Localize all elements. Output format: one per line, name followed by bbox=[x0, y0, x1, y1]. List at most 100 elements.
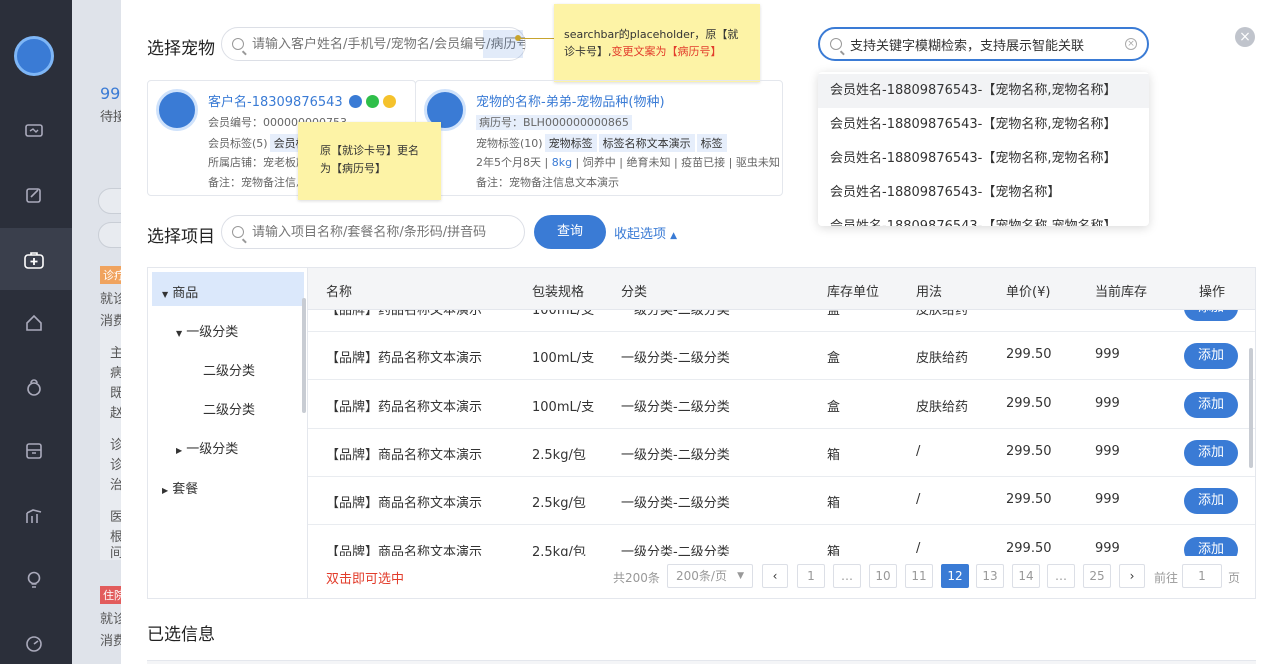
goto-page-input[interactable]: 1 bbox=[1182, 564, 1222, 588]
archive-icon[interactable] bbox=[24, 441, 44, 461]
page-button[interactable]: 11 bbox=[905, 564, 933, 588]
col-header: 名称 bbox=[326, 285, 353, 300]
clear-icon[interactable]: × bbox=[1125, 38, 1137, 50]
pet-card[interactable]: 宠物的名称-弟弟-宠物品种(物种) 病历号：BLH000000000865 宠物… bbox=[415, 80, 783, 196]
bg-badge: 诊疗 bbox=[100, 266, 122, 284]
tree-node-cat2[interactable]: 二级分类 bbox=[203, 360, 255, 379]
bulb-icon[interactable] bbox=[24, 570, 44, 590]
tree-node-cat1b[interactable]: ▶ 一级分类 bbox=[176, 438, 238, 457]
table-cell: 一级分类-二级分类 bbox=[621, 310, 730, 318]
caret-right-icon: ▶ bbox=[162, 486, 169, 495]
prev-page-button[interactable]: ‹ bbox=[762, 564, 788, 588]
table-cell: 盒 bbox=[827, 310, 841, 318]
edit-icon[interactable] bbox=[24, 185, 44, 205]
pet-search-input[interactable] bbox=[221, 27, 526, 61]
table-cell: 一级分类-二级分类 bbox=[621, 496, 730, 512]
pet-tag: 标签 bbox=[696, 134, 727, 152]
table-cell: 【品牌】商品名称文本演示 bbox=[326, 496, 483, 512]
add-button[interactable]: 添加 bbox=[1184, 536, 1238, 556]
table-cell: 箱 bbox=[827, 447, 841, 463]
table-row[interactable]: 【品牌】药品名称文本演示 100mL/支 一级分类-二级分类 盒 皮肤给药 299.50 9… bbox=[308, 310, 1255, 332]
main-nav bbox=[0, 0, 72, 664]
tree-node-cat1[interactable]: ▼ 一级分类 bbox=[176, 321, 238, 340]
add-button[interactable]: 添加 bbox=[1184, 310, 1238, 321]
table-row[interactable]: 【品牌】药品名称文本演示 100mL/支 一级分类-二级分类 盒 皮肤给药 299.50 9… bbox=[308, 381, 1255, 429]
background-page: 99 待接 诊疗 就诊 消费 主 病 既 赵 诊 诊 治 医 根 间 住院 就诊… bbox=[72, 0, 122, 664]
page-button[interactable]: 10 bbox=[869, 564, 897, 588]
table-body: 【品牌】药品名称文本演示100mL/支一级分类-二级分类盒皮肤给药299.509… bbox=[308, 310, 1255, 557]
close-icon[interactable]: × bbox=[1235, 27, 1255, 47]
medical-kit-icon[interactable] bbox=[24, 250, 44, 270]
page-ellipsis[interactable]: … bbox=[833, 564, 861, 588]
col-header: 用法 bbox=[916, 285, 943, 300]
table-cell: / bbox=[916, 492, 921, 508]
caret-up-icon: ▲ bbox=[670, 231, 678, 241]
search-icon bbox=[232, 38, 244, 50]
customer-name[interactable]: 客户名-18309876543 bbox=[208, 91, 397, 110]
table-row[interactable]: 【品牌】商品名称文本演示 2.5kg/包 一级分类-二级分类 箱 / 299.50 999 添… bbox=[308, 429, 1255, 477]
table-row[interactable]: 【品牌】商品名称文本演示 2.5kg/包 一级分类-二级分类 箱 / 299.50 999 添… bbox=[308, 526, 1255, 557]
page-size-select[interactable]: 200条/页 ▼ bbox=[667, 564, 753, 588]
suggestion-item[interactable]: 会员姓名-18809876543-【宠物名称,宠物名称】 bbox=[818, 74, 1149, 108]
table-cell: 299.50 bbox=[1006, 492, 1052, 508]
page-ellipsis[interactable]: … bbox=[1047, 564, 1075, 588]
table-cell: 一级分类-二级分类 bbox=[621, 447, 730, 463]
table-cell: / bbox=[916, 540, 921, 556]
bg-text: 就诊 bbox=[100, 292, 122, 307]
page-button[interactable]: 25 bbox=[1083, 564, 1111, 588]
table-row[interactable]: 【品牌】药品名称文本演示 100mL/支 一级分类-二级分类 盒 皮肤给药 299.50 9… bbox=[308, 332, 1255, 381]
chart-icon[interactable] bbox=[24, 506, 44, 526]
home-icon[interactable] bbox=[24, 313, 44, 333]
add-button[interactable]: 添加 bbox=[1184, 391, 1238, 418]
collapse-options-link[interactable]: 收起选项 ▲ bbox=[614, 223, 677, 242]
logo-icon[interactable] bbox=[14, 36, 54, 76]
tree-node-package[interactable]: ▶ 套餐 bbox=[162, 478, 198, 497]
table-cell: 100mL/支 bbox=[532, 399, 595, 415]
pet-remark: 备注：宠物备注信息文本演示 bbox=[476, 176, 619, 189]
col-header: 操作 bbox=[1199, 285, 1226, 300]
col-header: 当前库存 bbox=[1095, 285, 1148, 300]
item-search-field[interactable] bbox=[252, 224, 524, 240]
page-button[interactable]: 13 bbox=[976, 564, 1004, 588]
item-search-input[interactable] bbox=[221, 215, 525, 249]
page-button[interactable]: 14 bbox=[1012, 564, 1040, 588]
col-header: 包装规格 bbox=[532, 285, 585, 300]
table-cell: 299.50 bbox=[1006, 310, 1052, 314]
suggestion-item[interactable]: 会员姓名-18809876543-【宠物名称,宠物名称】 bbox=[818, 108, 1149, 142]
query-button[interactable]: 查询 bbox=[534, 215, 606, 249]
add-button[interactable]: 添加 bbox=[1184, 343, 1238, 370]
pet-tag: 宠物标签 bbox=[544, 134, 597, 152]
fuzzy-search-input[interactable]: 支持关键字模糊检索，支持展示智能关联 × bbox=[818, 27, 1149, 61]
tree-node-goods[interactable]: ▼ 商品 bbox=[162, 282, 198, 301]
monitor-icon[interactable] bbox=[24, 122, 44, 142]
pet-info: 2年5个月8天 | 8kg | 饲养中 | 绝育未知 | 疫苗已接 | 驱虫未知 bbox=[476, 156, 780, 169]
suggestion-item[interactable]: 会员姓名-18809876543-【宠物名称】 bbox=[818, 176, 1149, 210]
table-cell: 299.50 bbox=[1006, 540, 1052, 556]
table-scrollbar[interactable] bbox=[1249, 348, 1253, 468]
speed-icon[interactable] bbox=[24, 634, 44, 654]
tree-node-cat2[interactable]: 二级分类 bbox=[203, 399, 255, 418]
customer-remark: 备注：宠物备注信息 bbox=[208, 176, 307, 189]
page-button[interactable]: 1 bbox=[797, 564, 825, 588]
select-item-title: 选择项目 bbox=[147, 227, 215, 247]
table-cell: 一级分类-二级分类 bbox=[621, 399, 730, 415]
table-cell: 【品牌】商品名称文本演示 bbox=[326, 544, 483, 557]
table-row[interactable]: 【品牌】商品名称文本演示 2.5kg/包 一级分类-二级分类 箱 / 299.50 999 添… bbox=[308, 477, 1255, 526]
table-cell: 盒 bbox=[827, 399, 841, 415]
suggestion-item[interactable]: 会员姓名-18809876543-【宠物名称,宠物名称】 bbox=[818, 142, 1149, 176]
lock-icon[interactable] bbox=[24, 377, 44, 397]
tree-scrollbar[interactable] bbox=[302, 298, 306, 413]
next-page-button[interactable]: › bbox=[1119, 564, 1145, 588]
pet-name[interactable]: 宠物的名称-弟弟-宠物品种(物种) bbox=[476, 91, 665, 110]
table-cell: 【品牌】药品名称文本演示 bbox=[326, 310, 483, 318]
goto-label: 前往 bbox=[1154, 571, 1179, 585]
bg-text: 消费 bbox=[100, 634, 122, 649]
fuzzy-search-value[interactable]: 支持关键字模糊检索，支持展示智能关联 bbox=[850, 35, 1084, 54]
add-button[interactable]: 添加 bbox=[1184, 439, 1238, 466]
table-cell: 999 bbox=[1095, 347, 1120, 363]
page-button-current[interactable]: 12 bbox=[941, 564, 969, 588]
note-text: 原【就诊卡号】更名 bbox=[320, 144, 419, 157]
search-icon bbox=[232, 226, 244, 238]
suggestion-item[interactable]: 会员姓名-18809876543-【宠物名称,宠物名称】 bbox=[818, 210, 1149, 226]
add-button[interactable]: 添加 bbox=[1184, 488, 1238, 515]
